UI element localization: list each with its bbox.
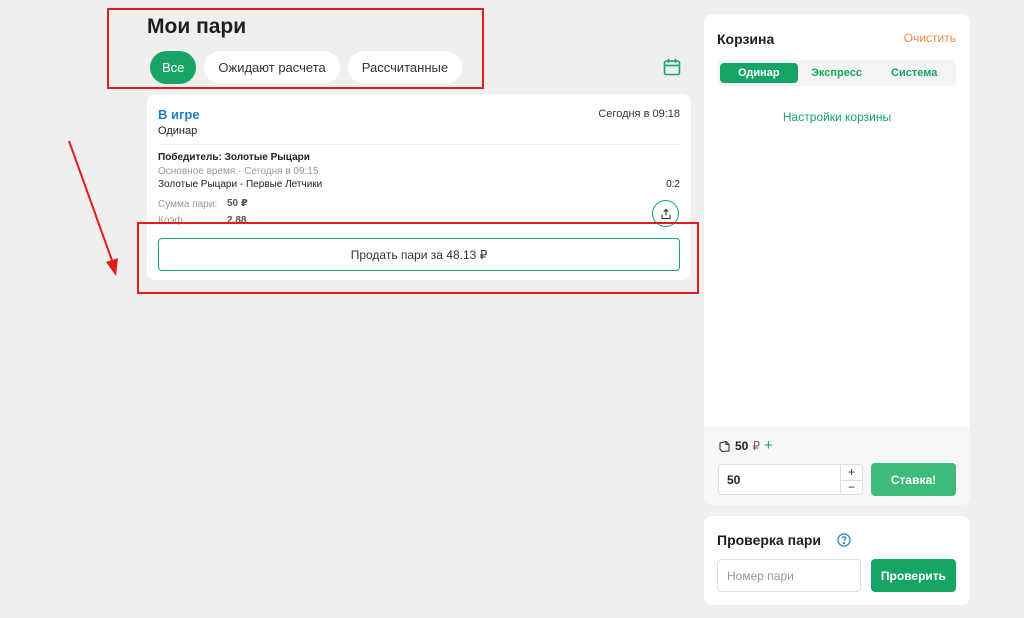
bet-meta: Основное время · Сегодня в 09:15 <box>158 166 319 177</box>
bet-score: 0:2 <box>666 179 680 190</box>
annotation-box-sell <box>137 222 699 294</box>
bet-sum-value: 50 ₽ <box>227 198 248 209</box>
check-bet-title: Проверка пари <box>717 532 822 548</box>
stake-summary-value: 50 <box>735 439 749 453</box>
cart-stake-area: 50 ₽ + + − Ставка! <box>704 426 970 505</box>
cart-title: Корзина <box>717 31 775 47</box>
annotation-arrow <box>68 140 118 276</box>
bet-status: В игре <box>158 107 200 122</box>
bet-sum-label: Сумма пари: <box>158 199 218 210</box>
stake-decrease-button[interactable]: − <box>841 479 862 494</box>
tab-single[interactable]: Одинар <box>720 63 798 83</box>
check-bet-button[interactable]: Проверить <box>871 559 956 592</box>
tab-system[interactable]: Система <box>875 63 953 83</box>
annotation-box-header <box>107 8 484 89</box>
clear-cart-link[interactable]: Очистить <box>904 31 956 45</box>
place-bet-button[interactable]: Ставка! <box>871 463 956 496</box>
coupon-icon <box>719 440 730 452</box>
add-stake-button[interactable]: + <box>764 438 773 453</box>
bet-outcome-label: Победитель: <box>158 152 222 163</box>
share-icon <box>660 208 671 219</box>
check-bet-panel: Проверка пари Проверить <box>704 516 970 605</box>
divider <box>158 144 680 145</box>
stake-increase-button[interactable]: + <box>841 465 862 480</box>
question-circle-icon[interactable] <box>837 533 851 547</box>
stake-summary-currency: ₽ <box>752 439 760 453</box>
tab-express[interactable]: Экспресс <box>798 63 876 83</box>
bet-outcome-value: Золотые Рыцари <box>224 152 310 163</box>
cart-panel: Корзина Очистить Одинар Экспресс Система… <box>704 14 970 505</box>
calendar-icon[interactable] <box>662 57 682 77</box>
bet-number-input[interactable] <box>717 559 861 592</box>
stake-summary: 50 ₽ + <box>718 438 773 453</box>
bet-match: Золотые Рыцари - Первые Летчики <box>158 179 323 190</box>
cart-settings-link[interactable]: Настройки корзины <box>704 110 970 124</box>
bet-type: Одинар <box>158 125 198 137</box>
stake-field: + − <box>718 464 863 495</box>
stake-stepper: + − <box>840 465 862 494</box>
stake-input[interactable] <box>719 465 839 494</box>
bet-time: Сегодня в 09:18 <box>598 108 680 120</box>
cart-tabs: Одинар Экспресс Система <box>717 60 956 86</box>
bet-outcome: Победитель: Золотые Рыцари <box>158 152 310 163</box>
